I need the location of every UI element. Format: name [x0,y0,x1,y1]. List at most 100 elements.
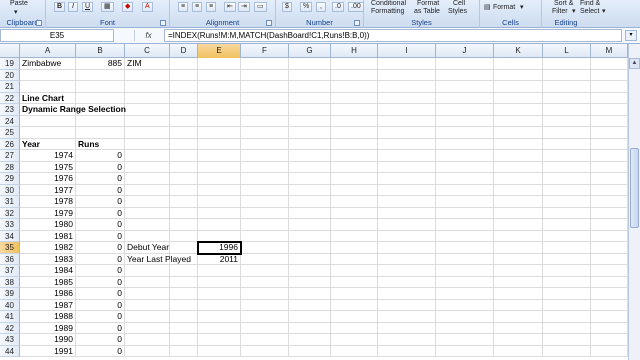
cell-b35[interactable]: 0 [76,242,125,254]
cell-m40[interactable] [591,299,628,311]
cell-g32[interactable] [289,207,331,219]
cell-b34[interactable]: 0 [76,230,125,242]
cell-e28[interactable] [198,161,241,173]
cell-f31[interactable] [241,196,289,208]
cell-k27[interactable] [494,150,543,162]
column-header-k[interactable]: K [494,44,543,58]
column-header-c[interactable]: C [125,44,170,58]
cell-m39[interactable] [591,288,628,300]
cell-k26[interactable] [494,138,543,150]
cell-c43[interactable] [125,334,170,346]
cell-k19[interactable] [494,58,543,70]
cell-e27[interactable] [198,150,241,162]
alignment-launcher-icon[interactable] [266,20,272,26]
cell-f20[interactable] [241,69,289,81]
cell-g29[interactable] [289,173,331,185]
cell-b21[interactable] [76,81,125,93]
cell-j35[interactable] [436,242,494,254]
cell-d44[interactable] [170,345,198,357]
cell-a35[interactable]: 1982 [20,242,76,254]
cell-c34[interactable] [125,230,170,242]
cell-c20[interactable] [125,69,170,81]
cell-b29[interactable]: 0 [76,173,125,185]
cell-b31[interactable]: 0 [76,196,125,208]
cell-f42[interactable] [241,322,289,334]
cell-c31[interactable] [125,196,170,208]
cell-m25[interactable] [591,127,628,139]
cell-a42[interactable]: 1989 [20,322,76,334]
cell-h24[interactable] [331,115,378,127]
cell-f28[interactable] [241,161,289,173]
cell-a34[interactable]: 1981 [20,230,76,242]
cell-e32[interactable] [198,207,241,219]
cell-k32[interactable] [494,207,543,219]
cell-k31[interactable] [494,196,543,208]
cell-a39[interactable]: 1986 [20,288,76,300]
cell-i44[interactable] [378,345,436,357]
cell-i29[interactable] [378,173,436,185]
cell-g26[interactable] [289,138,331,150]
cell-c35[interactable]: Debut Year [125,242,170,254]
cell-h31[interactable] [331,196,378,208]
cell-f19[interactable] [241,58,289,70]
cell-h32[interactable] [331,207,378,219]
cell-l42[interactable] [543,322,591,334]
cell-a22[interactable]: Line Chart [20,92,76,104]
fill-color-icon[interactable]: ◆ [122,2,134,12]
cell-b28[interactable]: 0 [76,161,125,173]
sort-filter-label-1[interactable]: Sort & [554,0,573,8]
cell-d42[interactable] [170,322,198,334]
format-cells-button[interactable]: Format [493,4,515,12]
cell-h36[interactable] [331,253,378,265]
bold-button[interactable]: B [54,2,66,12]
conditional-formatting-button[interactable]: Formatting [371,8,404,16]
cell-j20[interactable] [436,69,494,81]
cell-m42[interactable] [591,322,628,334]
cell-m21[interactable] [591,81,628,93]
cell-g27[interactable] [289,150,331,162]
cell-k44[interactable] [494,345,543,357]
cell-d23[interactable] [170,104,198,116]
clipboard-launcher-icon[interactable] [36,20,42,26]
cell-e38[interactable] [198,276,241,288]
cell-k39[interactable] [494,288,543,300]
row-header[interactable]: 42 [0,322,20,334]
cell-k41[interactable] [494,311,543,323]
cell-g23[interactable] [289,104,331,116]
cell-j22[interactable] [436,92,494,104]
cell-l43[interactable] [543,334,591,346]
cell-a37[interactable]: 1984 [20,265,76,277]
cell-b32[interactable]: 0 [76,207,125,219]
cell-c32[interactable] [125,207,170,219]
cell-f40[interactable] [241,299,289,311]
cell-b40[interactable]: 0 [76,299,125,311]
cell-g35[interactable] [289,242,331,254]
cell-i22[interactable] [378,92,436,104]
cell-h30[interactable] [331,184,378,196]
cell-c23[interactable] [125,104,170,116]
cell-m41[interactable] [591,311,628,323]
cell-e41[interactable] [198,311,241,323]
cell-j26[interactable] [436,138,494,150]
cell-b30[interactable]: 0 [76,184,125,196]
cell-d26[interactable] [170,138,198,150]
cell-k22[interactable] [494,92,543,104]
cell-h34[interactable] [331,230,378,242]
cell-l39[interactable] [543,288,591,300]
cell-a40[interactable]: 1987 [20,299,76,311]
cell-d19[interactable] [170,58,198,70]
cell-a30[interactable]: 1977 [20,184,76,196]
vertical-scrollbar[interactable]: ▲ [628,44,640,360]
cell-c36[interactable]: Year Last Played [125,253,191,265]
row-header[interactable]: 32 [0,207,20,219]
cell-j32[interactable] [436,207,494,219]
cell-k42[interactable] [494,322,543,334]
cell-k33[interactable] [494,219,543,231]
underline-button[interactable]: U [82,2,94,12]
cell-d28[interactable] [170,161,198,173]
percent-button[interactable]: % [300,2,313,12]
cell-i38[interactable] [378,276,436,288]
cell-h38[interactable] [331,276,378,288]
cell-j34[interactable] [436,230,494,242]
paste-button[interactable]: Paste [10,0,28,8]
